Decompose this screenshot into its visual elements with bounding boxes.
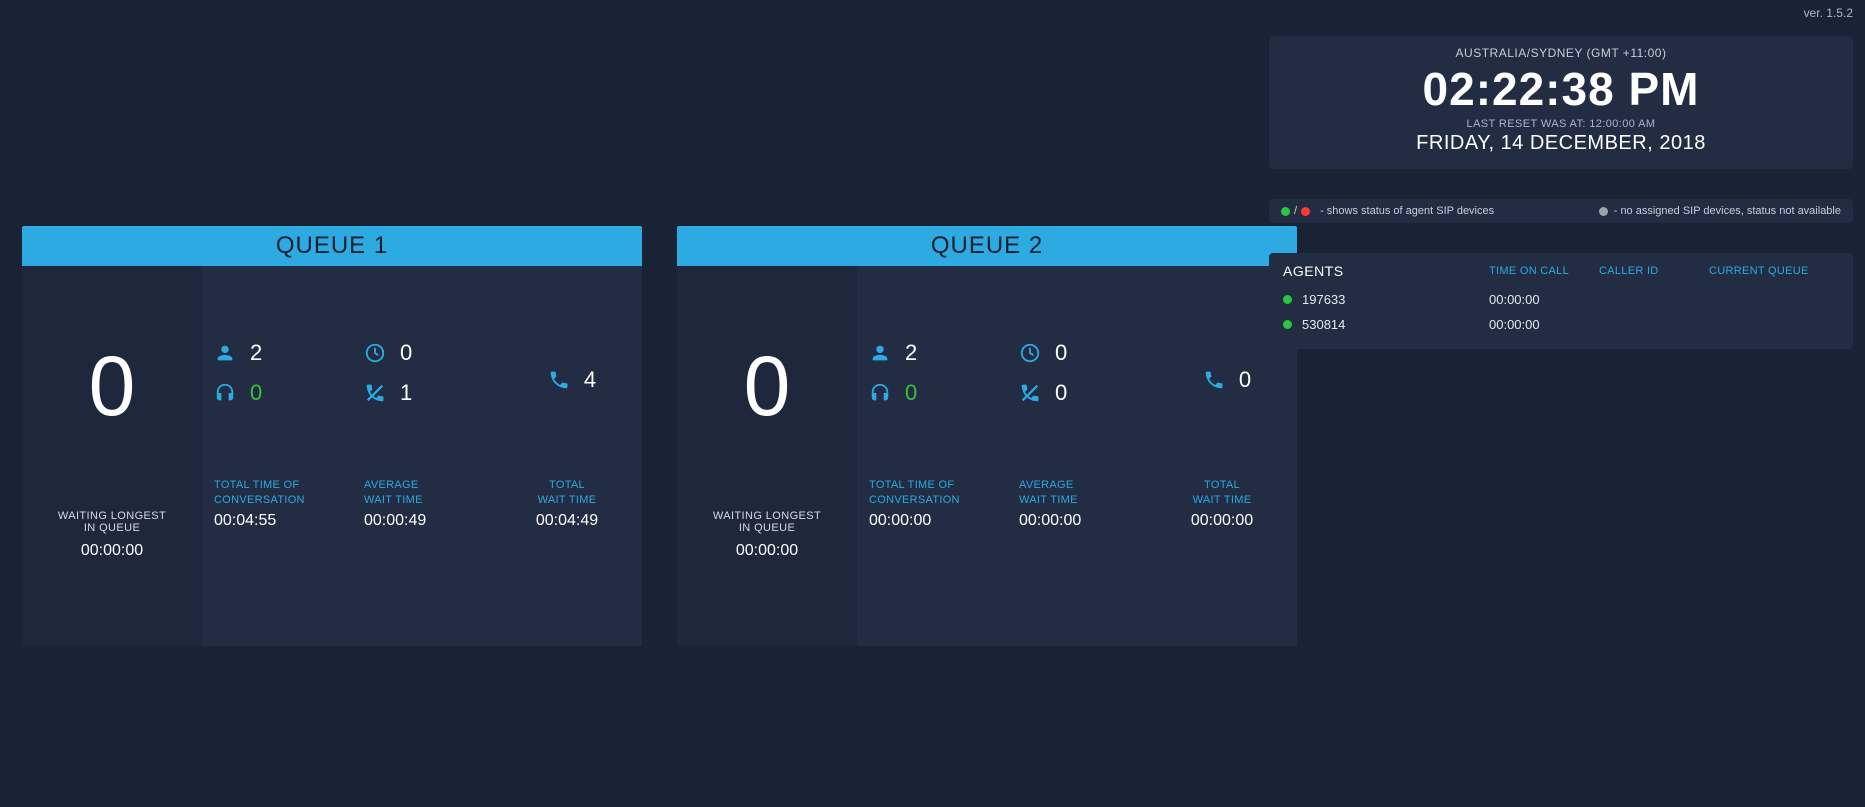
queues-container: QUEUE 1 0 WAITING LONGESTIN QUEUE 00:00:…	[22, 226, 1297, 646]
stat-missed: 0	[1019, 380, 1169, 406]
legend-none-text: - no assigned SIP devices, status not av…	[1614, 205, 1841, 217]
waiting-count: 0	[677, 344, 857, 428]
stat-calls-value: 4	[584, 367, 596, 393]
status-dot-green-icon	[1281, 207, 1290, 216]
metric-value: 00:00:00	[869, 512, 1009, 530]
metric-label: TOTALWAIT TIME	[514, 478, 620, 508]
timezone-label: AUSTRALIA/SYDNEY (GMT +11:00)	[1279, 46, 1843, 60]
queue-card: QUEUE 2 0 WAITING LONGESTIN QUEUE 00:00:…	[677, 226, 1297, 646]
stat-wait: 0	[1019, 340, 1169, 366]
stats-column: 2 0 0 0 0	[857, 266, 1297, 646]
phone-icon	[1203, 369, 1225, 391]
phone-icon	[548, 369, 570, 391]
metric-value: 00:00:00	[1019, 512, 1159, 530]
clock-icon	[364, 342, 386, 364]
agent-time-on-call: 00:00:00	[1489, 317, 1599, 332]
legend-status: / - shows status of agent SIP devices	[1281, 205, 1494, 217]
agent-time-on-call: 00:00:00	[1489, 292, 1599, 307]
waiting-longest-label: WAITING LONGESTIN QUEUE	[22, 510, 202, 534]
stat-calls-value: 0	[1239, 367, 1251, 393]
agent-id: 197633	[1302, 292, 1345, 307]
stat-missed-value: 0	[1055, 380, 1067, 406]
status-dot-grey-icon	[1599, 207, 1608, 216]
stat-on-call: 0	[869, 380, 1019, 406]
agents-col-queue: CURRENT QUEUE	[1709, 265, 1839, 277]
agent-row: 530814 00:00:00	[1283, 312, 1839, 337]
agent-id: 530814	[1302, 317, 1345, 332]
metric-value: 00:04:49	[514, 512, 620, 530]
headset-icon	[214, 382, 236, 404]
stat-on-call-value: 0	[250, 380, 262, 406]
stat-calls: 0	[1169, 340, 1285, 420]
waiting-column: 0 WAITING LONGESTIN QUEUE 00:00:00	[677, 266, 857, 646]
stat-wait: 0	[364, 340, 514, 366]
missed-call-icon	[1019, 382, 1041, 404]
clock-time: 02:22:38 PM	[1279, 62, 1843, 116]
metric-avg-wait: AVERAGEWAIT TIME 00:00:00	[1019, 478, 1169, 530]
stat-wait-value: 0	[1055, 340, 1067, 366]
stat-missed-value: 1	[400, 380, 412, 406]
metric-label: TOTAL TIME OFCONVERSATION	[869, 478, 1009, 508]
headset-icon	[869, 382, 891, 404]
agent-row: 197633 00:00:00	[1283, 287, 1839, 312]
metric-label: TOTAL TIME OFCONVERSATION	[214, 478, 354, 508]
stat-agents-value: 2	[250, 340, 262, 366]
stat-wait-value: 0	[400, 340, 412, 366]
status-dot-green-icon	[1283, 295, 1292, 304]
metric-value: 00:00:00	[1169, 512, 1275, 530]
stat-agents: 2	[869, 340, 1019, 366]
stat-on-call: 0	[214, 380, 364, 406]
metric-value: 00:00:49	[364, 512, 504, 530]
side-panel: AUSTRALIA/SYDNEY (GMT +11:00) 02:22:38 P…	[1269, 36, 1853, 349]
version-label: ver. 1.5.2	[1804, 6, 1853, 20]
waiting-longest-time: 00:00:00	[22, 542, 202, 560]
agents-col-time: TIME ON CALL	[1489, 265, 1599, 277]
date-label: FRIDAY, 14 DECEMBER, 2018	[1279, 132, 1843, 155]
waiting-longest-time: 00:00:00	[677, 542, 857, 560]
metric-total-conv: TOTAL TIME OFCONVERSATION 00:04:55	[214, 478, 364, 530]
stat-agents-value: 2	[905, 340, 917, 366]
waiting-longest-label: WAITING LONGESTIN QUEUE	[677, 510, 857, 534]
legend-status-text: - shows status of agent SIP devices	[1320, 205, 1494, 217]
agents-title: AGENTS	[1283, 263, 1489, 279]
metric-total-conv: TOTAL TIME OFCONVERSATION 00:00:00	[869, 478, 1019, 530]
agents-header: AGENTS TIME ON CALL CALLER ID CURRENT QU…	[1283, 263, 1839, 287]
stat-agents: 2	[214, 340, 364, 366]
stat-on-call-value: 0	[905, 380, 917, 406]
metric-total-wait: TOTALWAIT TIME 00:04:49	[514, 478, 630, 530]
stat-missed: 1	[364, 380, 514, 406]
waiting-column: 0 WAITING LONGESTIN QUEUE 00:00:00	[22, 266, 202, 646]
stat-calls: 4	[514, 340, 630, 420]
agents-col-caller: CALLER ID	[1599, 265, 1709, 277]
metric-label: TOTALWAIT TIME	[1169, 478, 1275, 508]
metric-value: 00:04:55	[214, 512, 354, 530]
queue-card: QUEUE 1 0 WAITING LONGESTIN QUEUE 00:00:…	[22, 226, 642, 646]
queue-title: QUEUE 2	[677, 226, 1297, 266]
metric-label: AVERAGEWAIT TIME	[364, 478, 504, 508]
status-dot-red-icon	[1301, 207, 1310, 216]
metric-total-wait: TOTALWAIT TIME 00:00:00	[1169, 478, 1285, 530]
metric-avg-wait: AVERAGEWAIT TIME 00:00:49	[364, 478, 514, 530]
user-icon	[869, 342, 891, 364]
waiting-count: 0	[22, 344, 202, 428]
queue-title: QUEUE 1	[22, 226, 642, 266]
metric-label: AVERAGEWAIT TIME	[1019, 478, 1159, 508]
clock-icon	[1019, 342, 1041, 364]
last-reset-label: LAST RESET WAS AT: 12:00:00 AM	[1279, 118, 1843, 130]
legend-card: / - shows status of agent SIP devices - …	[1269, 199, 1853, 223]
missed-call-icon	[364, 382, 386, 404]
legend-none: - no assigned SIP devices, status not av…	[1599, 205, 1841, 217]
agents-card: AGENTS TIME ON CALL CALLER ID CURRENT QU…	[1269, 253, 1853, 349]
stats-column: 2 0 4 0 1	[202, 266, 642, 646]
status-dot-green-icon	[1283, 320, 1292, 329]
agent-id-cell: 530814	[1283, 317, 1489, 332]
clock-card: AUSTRALIA/SYDNEY (GMT +11:00) 02:22:38 P…	[1269, 36, 1853, 169]
agent-id-cell: 197633	[1283, 292, 1489, 307]
user-icon	[214, 342, 236, 364]
